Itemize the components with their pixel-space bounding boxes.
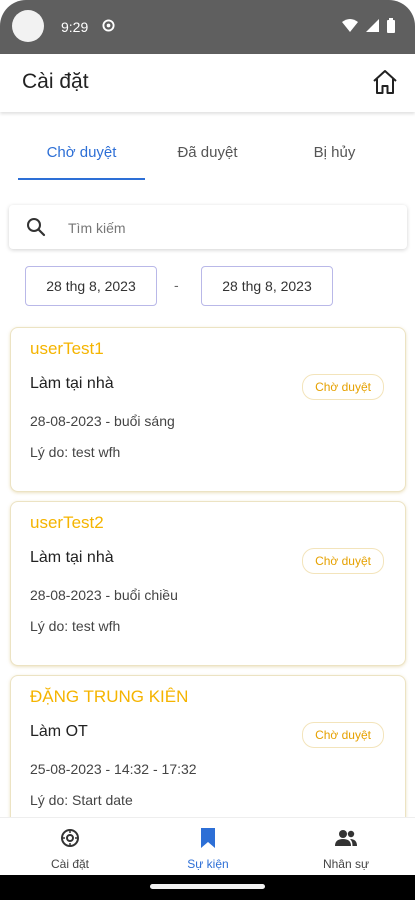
- date-separator: -: [174, 277, 179, 293]
- page-title: Cài đặt: [22, 70, 89, 93]
- request-card[interactable]: userTest2 Làm tại nhà Chờ duyệt 28-08-20…: [10, 501, 406, 666]
- request-reason: Lý do: Start date: [30, 792, 133, 808]
- employee-name: userTest1: [30, 339, 104, 358]
- camera-cutout: [12, 10, 44, 42]
- tab-cancelled[interactable]: Bị hủy: [272, 144, 397, 161]
- wifi-icon: [342, 19, 358, 32]
- app-bar: Cài đặt: [0, 54, 415, 112]
- date-from-picker[interactable]: 28 thg 8, 2023: [25, 266, 157, 306]
- request-date: 28-08-2023 - buổi sáng: [30, 413, 175, 429]
- system-icons: [342, 18, 395, 33]
- bookmark-icon: [201, 828, 215, 848]
- nav-people[interactable]: Nhân sự: [286, 828, 406, 871]
- battery-icon: [387, 18, 395, 33]
- nav-events[interactable]: Sự kiện: [148, 828, 268, 871]
- nav-events-label: Sự kiện: [187, 857, 229, 871]
- employee-name: userTest2: [30, 513, 104, 532]
- nav-settings-label: Cài đặt: [50, 857, 90, 871]
- status-bar: 9:29: [0, 0, 415, 54]
- search-bar: [9, 205, 407, 249]
- request-card[interactable]: ĐẶNG TRUNG KIÊN Làm OT Chờ duyệt 25-08-2…: [10, 675, 406, 840]
- tab-indicator: [18, 178, 145, 180]
- request-card[interactable]: userTest1 Làm tại nhà Chờ duyệt 28-08-20…: [10, 327, 406, 492]
- signal-icon: [366, 19, 379, 32]
- search-input[interactable]: [66, 213, 390, 243]
- date-to-picker[interactable]: 28 thg 8, 2023: [201, 266, 333, 306]
- home-icon[interactable]: [371, 68, 399, 96]
- settings-icon: [61, 829, 79, 847]
- status-badge: Chờ duyệt: [302, 548, 384, 574]
- nav-settings[interactable]: Cài đặt: [10, 828, 130, 871]
- status-tabs: Chờ duyệt Đã duyệt Bị hủy: [0, 134, 415, 182]
- tab-pending[interactable]: Chờ duyệt: [18, 144, 145, 161]
- request-type: Làm OT: [30, 723, 88, 740]
- tab-approved[interactable]: Đã duyệt: [145, 144, 270, 161]
- home-gesture-bar[interactable]: [150, 884, 265, 889]
- request-date: 25-08-2023 - 14:32 - 17:32: [30, 761, 197, 777]
- request-reason: Lý do: test wfh: [30, 444, 121, 460]
- request-type: Làm tại nhà: [30, 375, 114, 392]
- request-reason: Lý do: test wfh: [30, 618, 121, 634]
- gesture-area: [0, 875, 415, 900]
- status-badge: Chờ duyệt: [302, 722, 384, 748]
- request-type: Làm tại nhà: [30, 549, 114, 566]
- nav-people-label: Nhân sự: [322, 857, 370, 871]
- status-time: 9:29: [61, 19, 89, 35]
- notification-icon: [102, 19, 115, 32]
- employee-name: ĐẶNG TRUNG KIÊN: [30, 687, 189, 706]
- request-date: 28-08-2023 - buổi chiều: [30, 587, 178, 603]
- people-icon: [335, 830, 357, 846]
- status-badge: Chờ duyệt: [302, 374, 384, 400]
- search-icon: [27, 218, 46, 237]
- bottom-navigation: Cài đặt Sự kiện Nhân sự: [0, 817, 415, 876]
